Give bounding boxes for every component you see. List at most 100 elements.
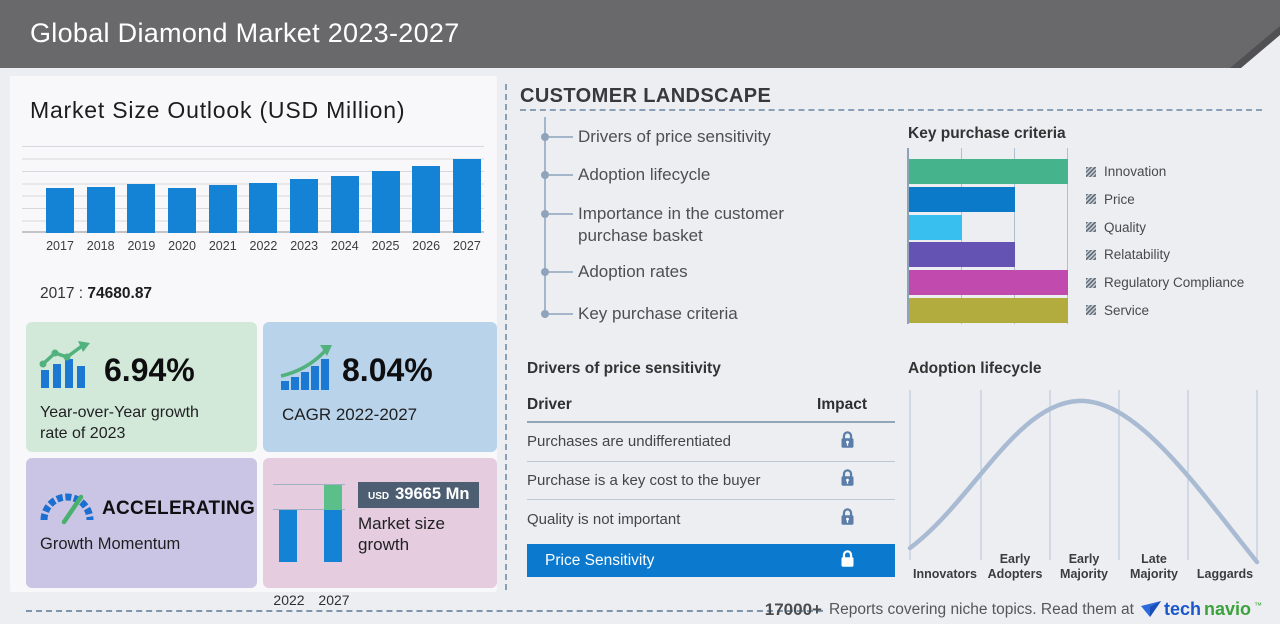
mini-growth-chart: 2022 2027 <box>273 484 350 608</box>
lock-icon <box>840 468 855 492</box>
legend-label: Relatability <box>1104 247 1171 263</box>
growth-amount: 39665 Mn <box>395 485 470 503</box>
market-bar-2018 <box>86 186 115 233</box>
market-year-label: 2017 <box>46 239 74 253</box>
legend-label: Service <box>1104 302 1150 318</box>
landscape-item-label: Drivers of price sensitivity <box>578 127 771 146</box>
market-value-callout: 2017 : 74680.87 <box>40 285 152 303</box>
cagr-box: 8.04% CAGR 2022-2027 <box>263 322 497 452</box>
landscape-item-label: Adoption rates <box>578 262 688 281</box>
adoption-stage-label: Laggards <box>1196 567 1254 581</box>
driver-table-header: Driver Impact <box>527 396 895 423</box>
brand-tech: tech <box>1163 599 1201 619</box>
customer-landscape-title: CUSTOMER LANDSCAPE <box>520 85 772 107</box>
footer-text: Reports covering niche topics. Read them… <box>828 600 1134 618</box>
landscape-item: Drivers of price sensitivity <box>540 126 771 148</box>
market-year-label: 2021 <box>208 239 237 253</box>
yoy-growth-box: 6.94% Year-over-Year growth rate of 2023 <box>26 322 257 452</box>
legend-label: Price <box>1104 191 1135 207</box>
callout-separator: : <box>74 285 88 302</box>
landscape-item-label: Importance in the customer purchase bask… <box>578 204 784 245</box>
landscape-item: Importance in the customer purchase bask… <box>540 203 808 247</box>
legend-swatch-icon <box>1086 277 1096 288</box>
market-bar-2022 <box>249 182 278 233</box>
callout-value: 74680.87 <box>87 285 153 302</box>
price-sensitivity-highlight-row[interactable]: Price Sensitivity <box>527 544 895 577</box>
market-bar-2024 <box>330 175 359 233</box>
connector-line <box>549 174 573 176</box>
corner-fold-icon <box>1241 35 1280 68</box>
driver-row: Purchase is a key cost to the buyer <box>527 462 895 500</box>
lock-icon <box>841 508 854 525</box>
growth-amount-badge: USD 39665 Mn <box>358 482 480 508</box>
legend-label: Quality <box>1104 219 1147 235</box>
legend-swatch-icon <box>1086 305 1096 316</box>
legend-label: Regulatory Compliance <box>1104 275 1245 291</box>
market-year-label: 2025 <box>371 239 400 253</box>
lock-icon <box>840 430 855 454</box>
bullet-dot-icon <box>541 171 549 179</box>
landscape-item-label: Adoption lifecycle <box>578 165 711 184</box>
adoption-stage-label: Early Adopters <box>987 552 1043 581</box>
lock-icon <box>841 431 854 448</box>
market-size-growth-box: 2022 2027 USD 39665 Mn Market size growt… <box>263 458 497 608</box>
kpc-bar-2 <box>909 214 962 240</box>
momentum-label: Growth Momentum <box>40 535 181 553</box>
market-bar-2020 <box>168 187 197 233</box>
market-bar-2021 <box>208 185 237 233</box>
market-bar-2027 <box>452 159 481 233</box>
adoption-stage-labels: Innovators Early Adopters Early Majority La… <box>906 536 1262 584</box>
bullet-dot-icon <box>541 268 549 276</box>
kpc-bar-3 <box>909 242 1015 268</box>
adoption-stage-label: Early Majority <box>1060 552 1108 581</box>
market-year-labels: 2017 2018 2019 2020 2021 2022 2023 2024 2025 2026… <box>40 239 487 253</box>
legend-swatch-icon <box>1086 249 1096 260</box>
brand-navio: navio <box>1203 599 1251 619</box>
header-bar: Global Diamond Market 2023-2027 <box>0 0 1280 68</box>
vertical-dashed-divider <box>505 84 507 590</box>
landscape-item: Key purchase criteria <box>540 303 738 325</box>
legend-swatch-icon <box>1086 222 1096 233</box>
market-year-label: 2018 <box>86 239 115 253</box>
cagr-value: 8.04% <box>342 352 433 388</box>
page-title: Global Diamond Market 2023-2027 <box>30 18 460 48</box>
currency-label: USD <box>368 491 390 502</box>
market-year-label: 2023 <box>290 239 319 253</box>
key-purchase-criteria-title: Key purchase criteria <box>908 125 1066 142</box>
footer-dashed-line <box>26 610 823 612</box>
technavio-logo[interactable]: tech navio ™ <box>1140 599 1262 620</box>
lock-icon <box>841 549 854 567</box>
connector-line <box>549 313 573 315</box>
dashed-underline <box>520 109 1262 111</box>
yoy-label: Year-over-Year growth rate of 2023 <box>40 404 199 442</box>
legend-swatch-icon <box>1086 166 1096 177</box>
kpc-legend-item: Innovation <box>1086 159 1244 184</box>
connector-line <box>549 271 573 273</box>
bullet-dot-icon <box>541 133 549 141</box>
footer-note: 17000+ Reports covering niche topics. Re… <box>765 599 1262 620</box>
adoption-stage-label: Late Majority <box>1130 552 1178 581</box>
landscape-item: Adoption rates <box>540 261 688 283</box>
kpc-legend-item: Price <box>1086 187 1244 212</box>
driver-label: Purchases are undifferentiated <box>527 433 732 451</box>
kpc-bar-4 <box>909 270 1068 296</box>
growth-momentum-box: ACCELERATING Growth Momentum <box>26 458 257 588</box>
kpc-bars <box>909 159 1068 323</box>
market-year-label: 2022 <box>249 239 278 253</box>
momentum-value: ACCELERATING <box>102 498 256 519</box>
mini-bar-2027-blue <box>324 510 342 562</box>
market-year-label: 2026 <box>412 239 441 253</box>
lock-icon <box>840 507 855 531</box>
bullet-dot-icon <box>541 310 549 318</box>
connector-line <box>549 213 573 215</box>
mini-year-2022: 2022 <box>273 592 305 608</box>
bullet-dot-icon <box>541 210 549 218</box>
driver-row: Quality is not important <box>527 500 895 539</box>
callout-year: 2017 <box>40 285 75 302</box>
market-bar-chart <box>46 146 481 233</box>
connector-line <box>549 136 573 138</box>
market-bar-2025 <box>371 171 400 233</box>
market-bar-2017 <box>46 188 74 233</box>
highlight-label: Price Sensitivity <box>545 551 655 569</box>
adoption-stage-label: Innovators <box>913 567 977 581</box>
